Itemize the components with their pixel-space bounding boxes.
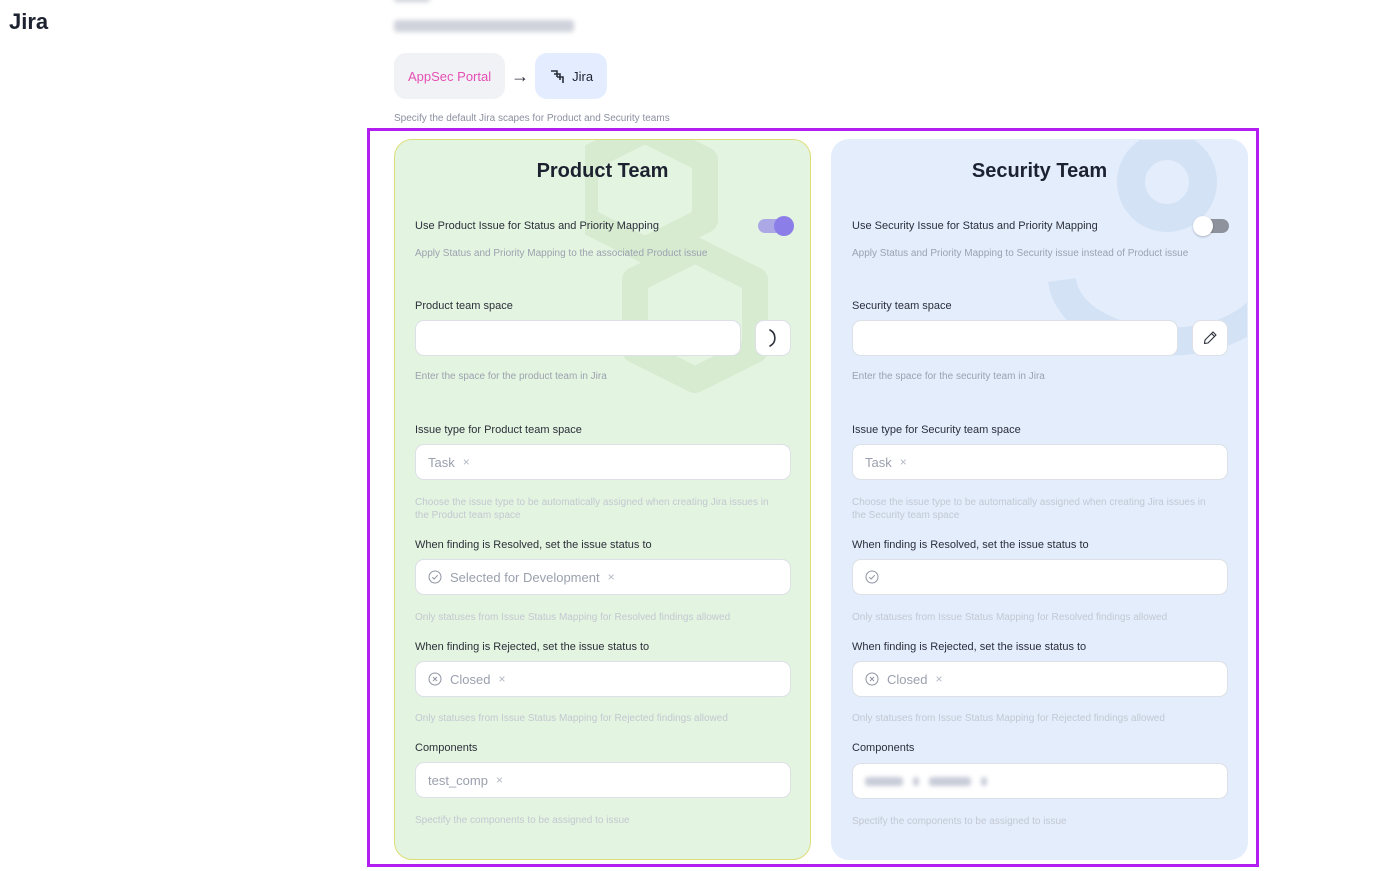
product-space-label: Product team space bbox=[415, 300, 513, 312]
security-issue-type-select[interactable]: Task × bbox=[852, 444, 1228, 480]
security-space-hint: Enter the space for the security team in… bbox=[852, 371, 1045, 382]
product-space-hint: Enter the space for the product team in … bbox=[415, 371, 607, 382]
component-tag: test_comp bbox=[428, 772, 488, 788]
product-issue-type-label: Issue type for Product team space bbox=[415, 424, 582, 436]
security-mapping-toggle[interactable] bbox=[1193, 216, 1229, 236]
product-team-card: Product Team Use Product Issue for Statu… bbox=[394, 139, 811, 860]
x-circle-icon bbox=[428, 672, 442, 686]
product-mapping-toggle[interactable] bbox=[758, 216, 794, 236]
security-team-title: Security Team bbox=[971, 160, 1108, 182]
product-toggle-label: Use Product Issue for Status and Priorit… bbox=[415, 220, 659, 232]
resolved-status-tag: Selected for Development bbox=[450, 569, 600, 585]
product-issue-type-hint: Choose the issue type to be automaticall… bbox=[415, 497, 769, 521]
security-components-hint: Spectify the components to be assigned t… bbox=[852, 816, 1067, 827]
product-rejected-label: When finding is Rejected, set the issue … bbox=[415, 641, 650, 653]
arrow-right-icon: → bbox=[511, 65, 530, 86]
check-circle-icon bbox=[865, 570, 879, 584]
x-circle-icon bbox=[865, 672, 879, 686]
security-space-edit-button[interactable] bbox=[1192, 320, 1228, 356]
rejected-status-tag: Closed bbox=[450, 671, 491, 687]
loading-spinner-icon bbox=[769, 329, 776, 347]
security-issue-type-label: Issue type for Security team space bbox=[852, 424, 1021, 436]
target-label: Jira bbox=[572, 68, 594, 84]
security-rejected-hint: Only statuses from Issue Status Mapping … bbox=[852, 713, 1165, 724]
product-components-hint: Spectify the components to be assigned t… bbox=[415, 815, 630, 826]
product-components-label: Components bbox=[415, 742, 478, 754]
source-label: AppSec Portal bbox=[408, 68, 492, 84]
page-title: Jira bbox=[9, 9, 49, 34]
source-pill: AppSec Portal bbox=[394, 53, 506, 99]
product-resolved-select[interactable]: Selected for Development × bbox=[415, 559, 791, 595]
product-resolved-hint: Only statuses from Issue Status Mapping … bbox=[415, 612, 731, 623]
security-resolved-label: When finding is Resolved, set the issue … bbox=[852, 539, 1089, 551]
issue-type-tag: Task bbox=[428, 454, 455, 470]
remove-icon[interactable]: × bbox=[608, 570, 615, 584]
check-circle-icon bbox=[428, 570, 442, 584]
product-rejected-select[interactable]: Closed × bbox=[415, 661, 791, 697]
security-components-select[interactable] bbox=[852, 763, 1228, 799]
blurred-component-tags bbox=[865, 776, 987, 786]
issue-type-tag: Task bbox=[865, 454, 892, 470]
security-resolved-hint: Only statuses from Issue Status Mapping … bbox=[852, 612, 1168, 623]
security-toggle-label: Use Security Issue for Status and Priori… bbox=[852, 220, 1098, 232]
product-team-title: Product Team bbox=[536, 160, 669, 182]
product-toggle-hint: Apply Status and Priority Mapping to the… bbox=[415, 248, 708, 259]
security-components-label: Components bbox=[852, 742, 915, 754]
security-space-label: Security team space bbox=[852, 300, 952, 312]
cube-watermark-icon bbox=[585, 140, 768, 393]
product-components-select[interactable]: test_comp × bbox=[415, 762, 791, 798]
blurred-header-text bbox=[394, 0, 594, 40]
pencil-icon bbox=[1203, 331, 1217, 345]
product-space-input[interactable] bbox=[415, 320, 741, 356]
security-rejected-label: When finding is Rejected, set the issue … bbox=[852, 641, 1087, 653]
rejected-status-tag: Closed bbox=[887, 671, 928, 687]
toggle-knob bbox=[774, 216, 794, 236]
remove-icon[interactable]: × bbox=[496, 773, 503, 787]
remove-icon[interactable]: × bbox=[935, 672, 942, 686]
integration-flow: AppSec Portal → Jira bbox=[394, 53, 608, 99]
remove-icon[interactable]: × bbox=[463, 455, 470, 469]
jira-logo-icon bbox=[551, 70, 564, 83]
security-issue-type-hint: Choose the issue type to be automaticall… bbox=[852, 497, 1206, 521]
security-space-input[interactable] bbox=[852, 320, 1178, 356]
product-rejected-hint: Only statuses from Issue Status Mapping … bbox=[415, 713, 728, 724]
security-team-card: Security Team Use Security Issue for Sta… bbox=[831, 139, 1248, 860]
target-pill: Jira bbox=[535, 53, 608, 99]
product-issue-type-select[interactable]: Task × bbox=[415, 444, 791, 480]
remove-icon[interactable]: × bbox=[900, 455, 907, 469]
remove-icon[interactable]: × bbox=[498, 672, 505, 686]
security-rejected-select[interactable]: Closed × bbox=[852, 661, 1228, 697]
product-space-loading-button[interactable] bbox=[755, 320, 791, 356]
toggle-knob bbox=[1193, 216, 1213, 236]
security-toggle-hint: Apply Status and Priority Mapping to Sec… bbox=[852, 248, 1189, 259]
product-resolved-label: When finding is Resolved, set the issue … bbox=[415, 539, 652, 551]
security-resolved-select[interactable] bbox=[852, 559, 1228, 595]
scopes-description: Specify the default Jira scapes for Prod… bbox=[394, 113, 670, 124]
